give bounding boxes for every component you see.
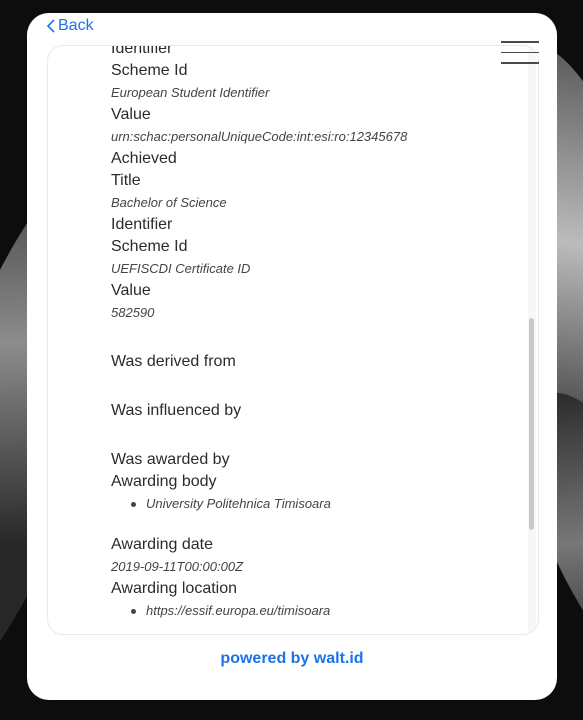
credential-card: Identifier Scheme Id European Student Id…: [47, 45, 539, 635]
title-value: Bachelor of Science: [111, 195, 227, 210]
hamburger-icon: [501, 62, 539, 64]
identifier-label-cut: Identifier: [111, 45, 173, 57]
bullet-icon: [131, 608, 136, 614]
back-button[interactable]: Back: [47, 17, 94, 35]
value-label: Value: [111, 106, 151, 123]
chevron-left-icon: [47, 19, 55, 33]
awarding-body-value: University Politehnica Timisoara: [146, 496, 331, 511]
awarding-location-value: https://essif.europa.eu/timisoara: [146, 603, 331, 618]
scheme-id-value-2: UEFISCDI Certificate ID: [111, 261, 251, 276]
awarding-date-value: 2019-09-11T00:00:00Z: [111, 559, 244, 574]
scheme-id-value: European Student Identifier: [111, 85, 270, 100]
scrollbar-thumb[interactable]: [529, 318, 534, 530]
awarding-body-label: Awarding body: [111, 473, 217, 490]
list-item: University Politehnica Timisoara: [111, 493, 511, 515]
awarding-date-label: Awarding date: [111, 536, 213, 553]
hamburger-icon: [501, 41, 539, 43]
value-label-2: Value: [111, 282, 151, 299]
powered-by-link[interactable]: powered by walt.id: [27, 650, 557, 668]
scheme-id-label: Scheme Id: [111, 62, 188, 79]
back-label: Back: [58, 17, 94, 34]
influenced-by-label: Was influenced by: [111, 402, 242, 419]
bullet-icon: [131, 501, 136, 507]
value-value: urn:schac:personalUniqueCode:int:esi:ro:…: [111, 129, 408, 144]
awarding-location-label: Awarding location: [111, 580, 238, 597]
value-value-2: 582590: [111, 305, 155, 320]
awarded-by-label: Was awarded by: [111, 451, 230, 468]
identifier-label: Identifier: [111, 216, 173, 233]
hamburger-icon: [501, 51, 539, 53]
derived-from-label: Was derived from: [111, 353, 236, 370]
wallet-window: Back Identifier Scheme Id European Stude…: [27, 13, 557, 700]
title-label: Title: [111, 172, 141, 189]
credential-details: Identifier Scheme Id European Student Id…: [111, 45, 511, 622]
list-item: https://essif.europa.eu/timisoara: [111, 600, 511, 622]
scrollbar-track[interactable]: [528, 46, 536, 634]
menu-button[interactable]: [501, 41, 539, 67]
achieved-label: Achieved: [111, 150, 177, 167]
scheme-id-label-2: Scheme Id: [111, 238, 188, 255]
